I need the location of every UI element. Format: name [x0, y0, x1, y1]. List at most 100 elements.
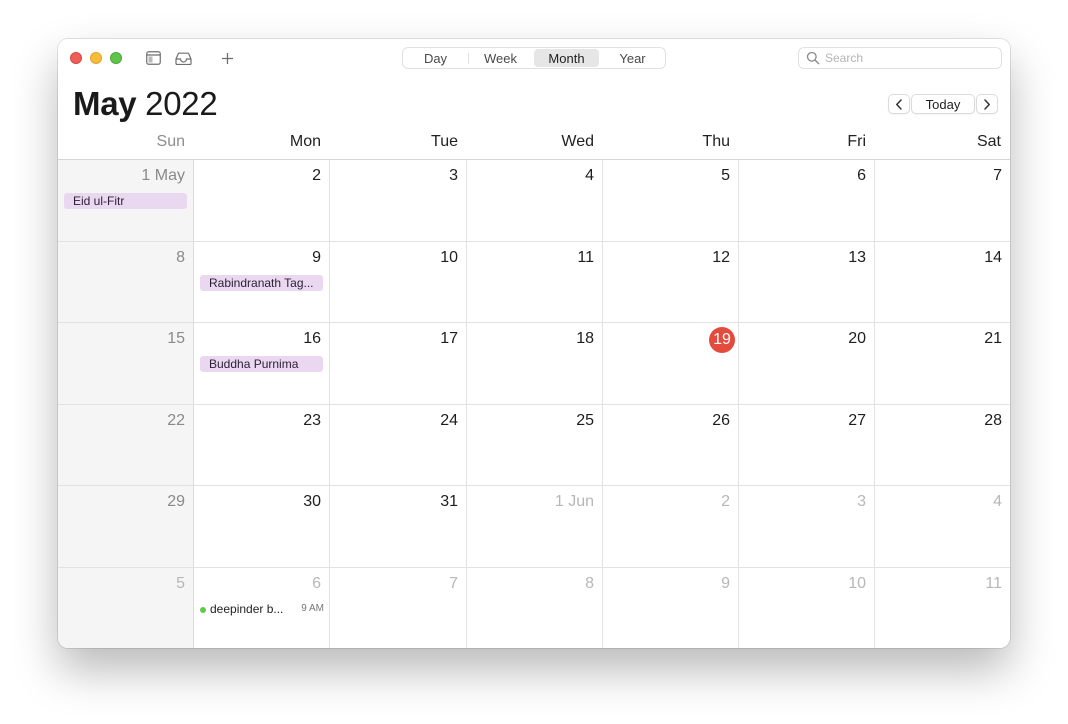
day-cell[interactable]: 28: [875, 405, 1010, 486]
tab-month[interactable]: Month: [534, 49, 599, 67]
day-cell[interactable]: 7: [875, 160, 1010, 242]
day-number: 3: [449, 167, 458, 184]
timed-event[interactable]: deepinder b... 9 AM: [200, 601, 324, 617]
day-cell[interactable]: 10: [739, 568, 875, 648]
day-cell[interactable]: 11: [467, 242, 603, 323]
day-cell[interactable]: 16 Buddha Purnima: [194, 323, 330, 405]
calendar-list-icon[interactable]: [144, 49, 162, 67]
weekday-label-fri: Fri: [847, 133, 866, 150]
day-number: 7: [993, 167, 1002, 184]
zoom-window-button[interactable]: [110, 52, 122, 64]
weekday-header: Sun Mon Tue Wed Thu Fri Sat: [58, 131, 1010, 159]
day-number: 31: [440, 493, 458, 510]
day-cell[interactable]: 5: [58, 568, 194, 648]
day-cell[interactable]: 5: [603, 160, 739, 242]
day-number: 9: [312, 249, 321, 266]
timed-event-title: deepinder b...: [210, 602, 284, 616]
search-input[interactable]: [825, 49, 995, 67]
day-number: 21: [984, 330, 1002, 347]
day-number: 10: [848, 575, 866, 592]
day-cell[interactable]: 9: [603, 568, 739, 648]
search-field[interactable]: [798, 47, 1002, 69]
today-button[interactable]: Today: [911, 94, 975, 114]
day-number: 6: [312, 575, 321, 592]
day-cell[interactable]: 11: [875, 568, 1010, 648]
day-cell[interactable]: 17: [330, 323, 467, 405]
day-number: 3: [857, 493, 866, 510]
day-cell[interactable]: 14: [875, 242, 1010, 323]
day-number: 17: [440, 330, 458, 347]
day-number: 16: [303, 330, 321, 347]
close-window-button[interactable]: [70, 52, 82, 64]
day-number: 9: [721, 575, 730, 592]
day-number: 18: [576, 330, 594, 347]
weekday-label-mon: Mon: [289, 133, 321, 150]
day-cell[interactable]: 6: [739, 160, 875, 242]
day-cell[interactable]: 6 deepinder b... 9 AM: [194, 568, 330, 648]
day-cell[interactable]: 12: [603, 242, 739, 323]
day-number: 24: [440, 412, 458, 429]
all-day-event[interactable]: Rabindranath Tag...: [200, 275, 323, 291]
day-cell[interactable]: 23: [194, 405, 330, 486]
day-number: 26: [712, 412, 730, 429]
day-cell[interactable]: 20: [739, 323, 875, 405]
day-cell[interactable]: 8: [58, 242, 194, 323]
minimize-window-button[interactable]: [90, 52, 102, 64]
next-month-button[interactable]: [976, 94, 998, 114]
tab-week[interactable]: Week: [468, 48, 533, 68]
day-cell[interactable]: 8: [467, 568, 603, 648]
day-number: 1 Jun: [554, 493, 594, 510]
day-cell[interactable]: 1 Jun: [467, 486, 603, 568]
day-number: 7: [449, 575, 458, 592]
day-number: 8: [176, 249, 185, 266]
calendar-window: Day Week Month Year May 2022 Today SunMo…: [58, 39, 1010, 648]
weekday-label-tue: Tue: [431, 133, 458, 150]
plus-icon[interactable]: [218, 49, 236, 67]
tab-day[interactable]: Day: [403, 48, 468, 68]
day-cell[interactable]: 3: [739, 486, 875, 568]
magnifier-icon: [806, 51, 820, 65]
day-cell[interactable]: 1 May Eid ul-Fitr: [58, 160, 194, 242]
weekday-label-thu: Thu: [702, 133, 730, 150]
day-cell[interactable]: 18: [467, 323, 603, 405]
day-cell[interactable]: 24: [330, 405, 467, 486]
day-cell[interactable]: 25: [467, 405, 603, 486]
previous-month-button[interactable]: [888, 94, 910, 114]
day-cell[interactable]: 27: [739, 405, 875, 486]
day-cell[interactable]: 26: [603, 405, 739, 486]
day-cell[interactable]: 10: [330, 242, 467, 323]
day-number: 13: [848, 249, 866, 266]
day-number: 5: [176, 575, 185, 592]
day-cell[interactable]: 21: [875, 323, 1010, 405]
toolbar: Day Week Month Year: [58, 39, 1010, 77]
day-cell[interactable]: 15: [58, 323, 194, 405]
day-cell[interactable]: 31: [330, 486, 467, 568]
day-cell[interactable]: 3: [330, 160, 467, 242]
title-year: 2022: [145, 85, 218, 122]
day-cell[interactable]: 2: [603, 486, 739, 568]
day-cell[interactable]: 4: [467, 160, 603, 242]
all-day-event[interactable]: Buddha Purnima: [200, 356, 323, 372]
day-number: 10: [440, 249, 458, 266]
day-cell[interactable]: 7: [330, 568, 467, 648]
day-number: 12: [712, 249, 730, 266]
day-cell[interactable]: 4: [875, 486, 1010, 568]
all-day-event[interactable]: Eid ul-Fitr: [64, 193, 187, 209]
day-cell[interactable]: 30: [194, 486, 330, 568]
day-number: 5: [721, 167, 730, 184]
day-number: 14: [984, 249, 1002, 266]
weekday-label-sat: Sat: [976, 133, 1001, 150]
tab-year[interactable]: Year: [600, 48, 665, 68]
day-cell[interactable]: 13: [739, 242, 875, 323]
day-cell[interactable]: 29: [58, 486, 194, 568]
day-number: 29: [167, 493, 185, 510]
day-cell[interactable]: 9 Rabindranath Tag...: [194, 242, 330, 323]
day-number: 15: [167, 330, 185, 347]
day-cell[interactable]: 2: [194, 160, 330, 242]
day-cell[interactable]: 19: [603, 323, 739, 405]
day-cell[interactable]: 22: [58, 405, 194, 486]
page-title: May 2022: [73, 85, 218, 123]
day-number: 1 May: [141, 167, 185, 184]
day-number: 11: [985, 575, 1002, 592]
inbox-tray-icon[interactable]: [174, 49, 192, 67]
